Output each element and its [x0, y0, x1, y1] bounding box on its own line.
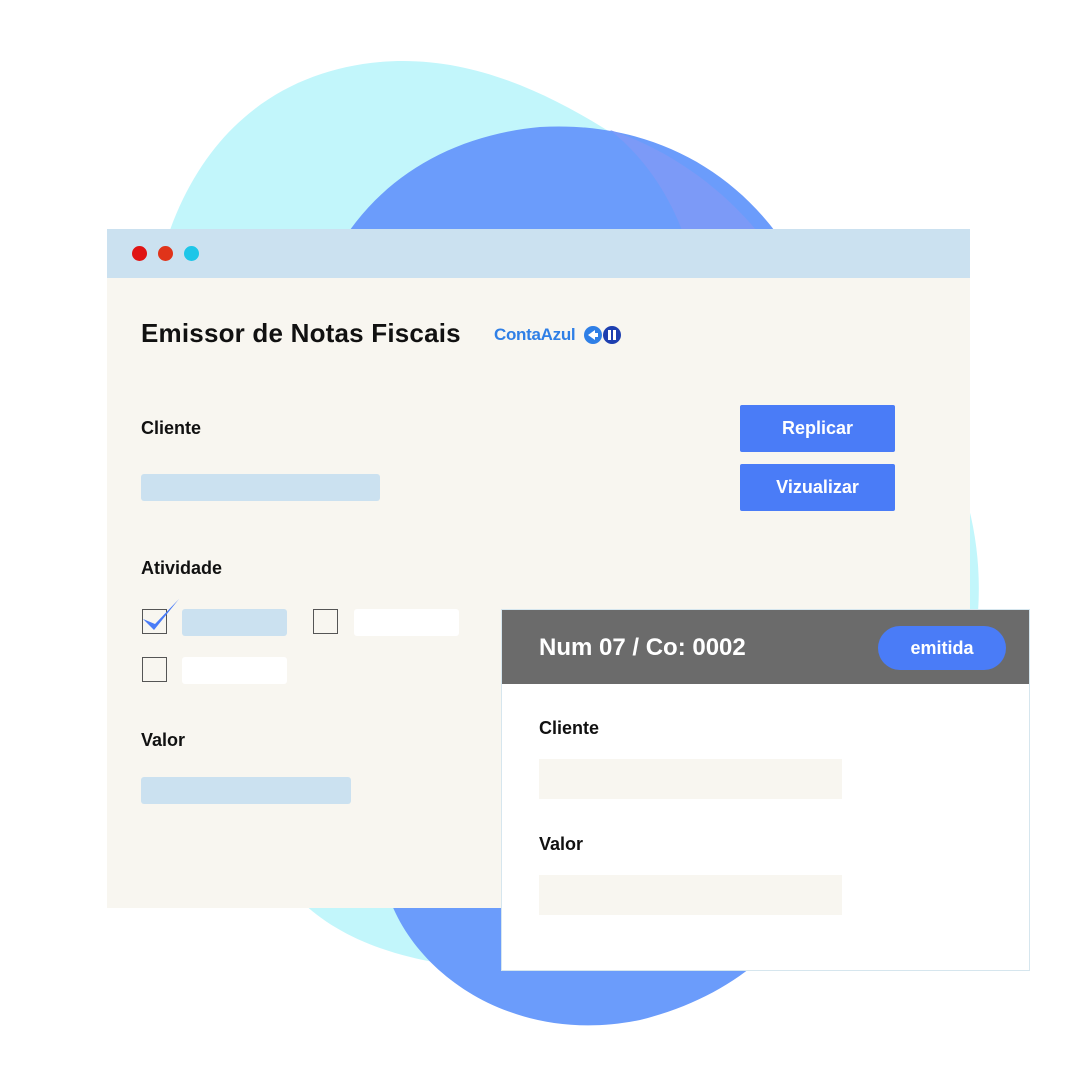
brand-name: ContaAzul [494, 325, 576, 344]
atividade-option-1-field[interactable] [182, 609, 287, 636]
valor-label: Valor [141, 730, 186, 750]
status-badge: emitida [878, 626, 1006, 670]
minimize-window-dot[interactable] [158, 246, 173, 261]
invoice-card: Num 07 / Co: 0002 emitida Cliente Valor [501, 609, 1030, 971]
replicar-button[interactable]: Replicar [740, 405, 895, 452]
invoice-valor-label: Valor [539, 834, 584, 854]
atividade-label: Atividade [141, 558, 223, 578]
atividade-checkbox-3[interactable] [142, 657, 167, 682]
invoice-card-header: Num 07 / Co: 0002 emitida [502, 610, 1029, 684]
maximize-window-dot[interactable] [184, 246, 199, 261]
invoice-number: Num 07 / Co: 0002 [539, 634, 746, 661]
atividade-checkbox-2[interactable] [313, 609, 338, 634]
invoice-cliente-field[interactable] [539, 759, 842, 799]
page-title: Emissor de Notas Fiscais [141, 318, 461, 348]
brand-logo: ContaAzul [494, 325, 623, 345]
brand-mark-icon [583, 325, 623, 345]
check-icon [143, 599, 179, 630]
invoice-cliente-label: Cliente [539, 718, 600, 738]
atividade-option-2-field[interactable] [354, 609, 459, 636]
valor-input[interactable] [141, 777, 351, 804]
cliente-input[interactable] [141, 474, 380, 501]
window-titlebar [107, 229, 970, 278]
vizualizar-button[interactable]: Vizualizar [740, 464, 895, 511]
invoice-valor-field[interactable] [539, 875, 842, 915]
atividade-option-3-field[interactable] [182, 657, 287, 684]
close-window-dot[interactable] [132, 246, 147, 261]
cliente-label: Cliente [141, 418, 202, 438]
